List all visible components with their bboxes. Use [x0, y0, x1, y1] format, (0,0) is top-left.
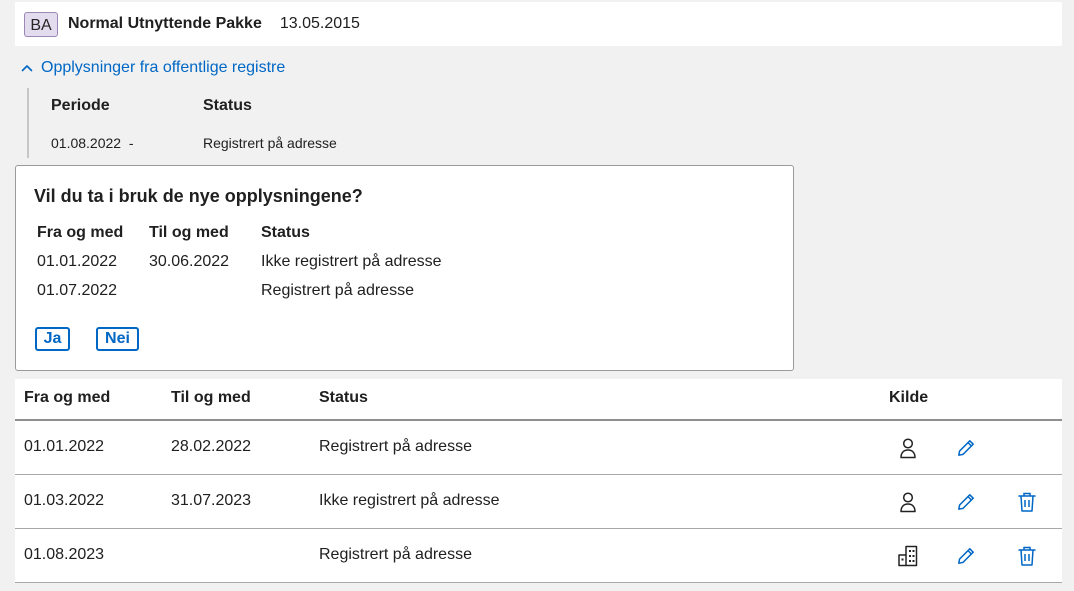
dialog-col-to: Til og med: [149, 224, 229, 241]
cell-from: 01.08.2023: [24, 546, 105, 563]
chevron-up-icon: [21, 65, 33, 72]
trash-icon[interactable]: [1015, 490, 1039, 514]
table-row: 01.01.2022 28.02.2022 Registrert på adre…: [15, 421, 1062, 475]
header-date: 13.05.2015: [279, 15, 360, 32]
pencil-icon[interactable]: [954, 436, 978, 460]
registry-period: 01.08.2022 -: [51, 135, 134, 151]
pencil-icon[interactable]: [954, 490, 978, 514]
registry-toggle-label: Opplysninger fra offentlige registre: [41, 59, 286, 76]
page-header: BA Normal Utnyttende Pakke 13.05.2015: [15, 2, 1062, 46]
person-icon: [896, 436, 920, 460]
trash-icon[interactable]: [1015, 544, 1039, 568]
cell-status: Registrert på adresse: [319, 438, 472, 455]
dialog-cell-status: Ikke registrert på adresse: [261, 253, 442, 270]
ba-badge: BA: [24, 11, 58, 37]
table-row: 01.03.2022 31.07.2023 Ikke registrert på…: [15, 475, 1062, 529]
registry-col-period: Periode: [51, 97, 110, 114]
registry-status: Registrert på adresse: [203, 135, 337, 151]
dialog-col-status: Status: [261, 224, 310, 241]
dialog-cell-to: 30.06.2022: [149, 253, 230, 270]
header-title: Normal Utnyttende Pakke: [68, 15, 262, 32]
dialog-cell-from: 01.07.2022: [37, 282, 118, 299]
registry-section: Periode Status 01.08.2022 - Registrert p…: [27, 88, 429, 158]
new-info-dialog: Vil du ta i bruk de nye opplysningene? F…: [15, 165, 794, 371]
cell-status: Registrert på adresse: [319, 546, 472, 563]
pencil-icon[interactable]: [954, 544, 978, 568]
col-status: Status: [319, 389, 368, 406]
table-header-row: Fra og med Til og med Status Kilde: [15, 379, 1062, 421]
yes-button[interactable]: Ja: [35, 327, 70, 351]
dialog-title: Vil du ta i bruk de nye opplysningene?: [34, 186, 363, 206]
col-source: Kilde: [889, 389, 929, 406]
dialog-cell-status: Registrert på adresse: [261, 282, 414, 299]
cell-from: 01.01.2022: [24, 438, 105, 455]
registry-toggle-link[interactable]: Opplysninger fra offentlige registre: [20, 57, 285, 79]
dialog-cell-from: 01.01.2022: [37, 253, 118, 270]
col-from: Fra og med: [24, 389, 111, 406]
cell-to: 28.02.2022: [171, 438, 252, 455]
no-button[interactable]: Nei: [96, 327, 139, 351]
col-to: Til og med: [171, 389, 251, 406]
table-row: 01.08.2023 Registrert på adresse: [15, 529, 1062, 583]
cell-status: Ikke registrert på adresse: [319, 492, 500, 509]
person-icon: [896, 490, 920, 514]
cell-from: 01.03.2022: [24, 492, 105, 509]
dialog-col-from: Fra og med: [37, 224, 124, 241]
building-icon: [896, 544, 920, 568]
cell-to: 31.07.2023: [171, 492, 252, 509]
address-periods-table: Fra og med Til og med Status Kilde 01.01…: [15, 379, 1062, 583]
registry-col-status: Status: [203, 97, 252, 114]
